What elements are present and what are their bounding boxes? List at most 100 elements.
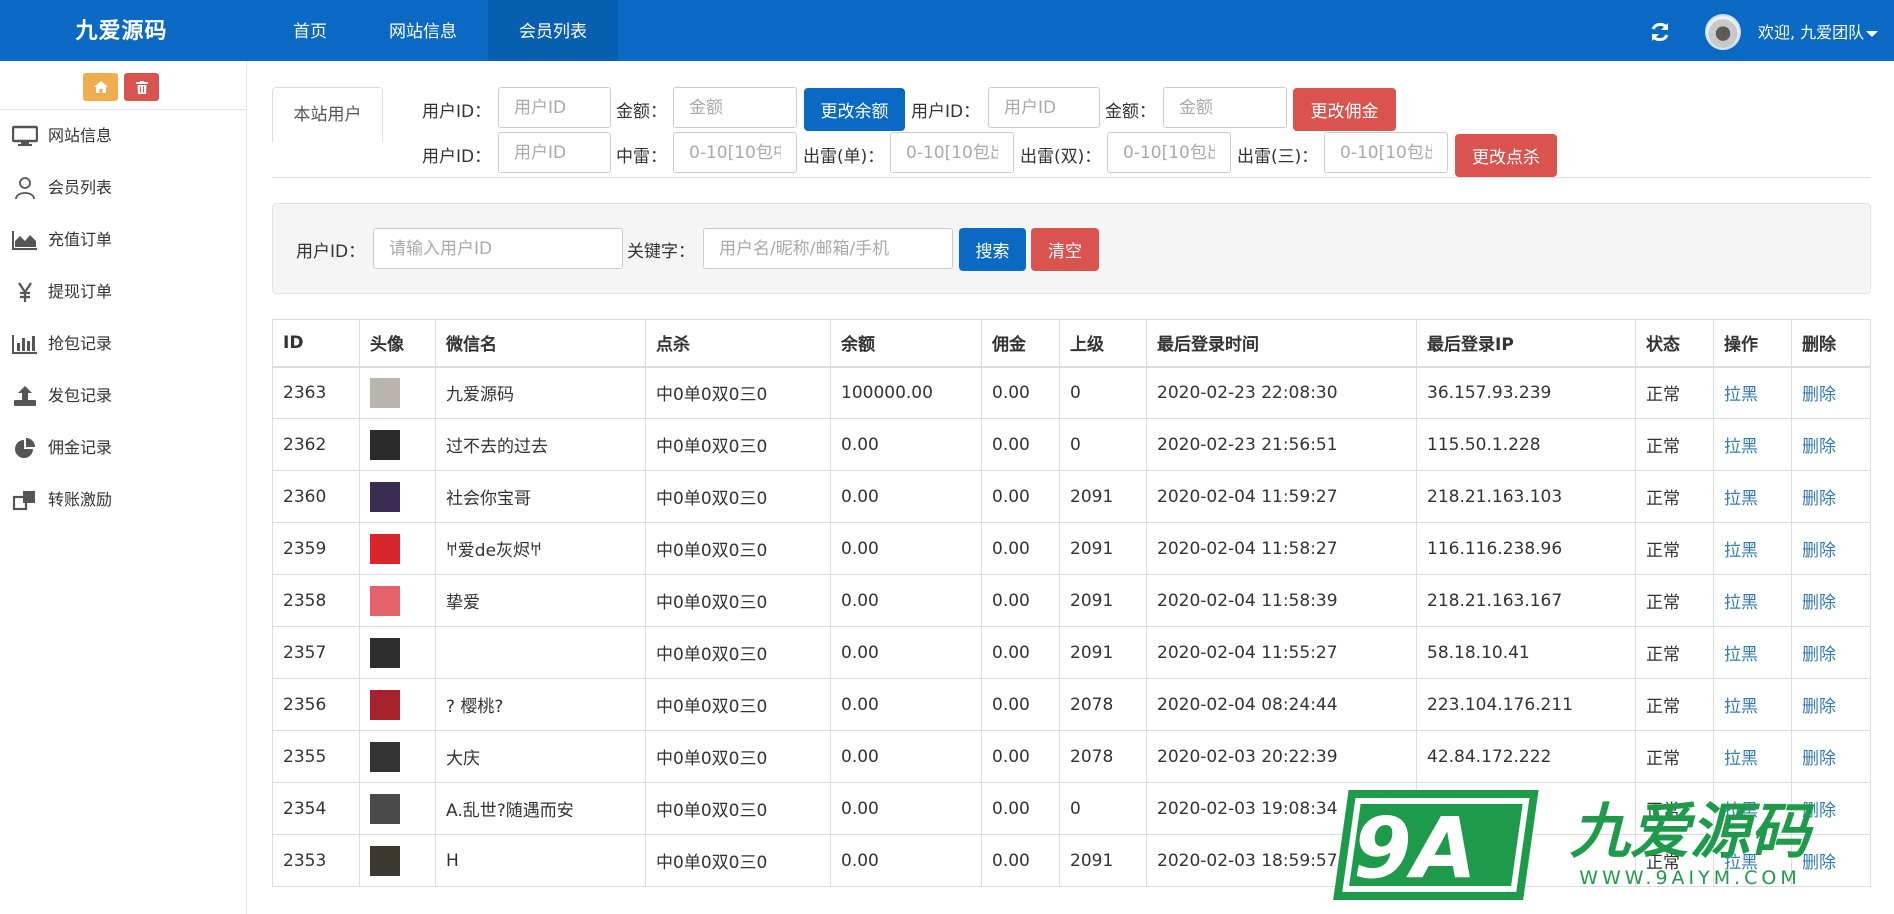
cell-last-login-time: 2020-02-04 11:55:27	[1146, 626, 1417, 679]
area-chart-icon	[12, 231, 37, 250]
cell-delete: 删除	[1791, 522, 1871, 575]
sidebar-item-transfer-rewards[interactable]: 转账激励	[0, 474, 246, 526]
sidebar-item-member-list[interactable]: 会员列表	[0, 162, 246, 214]
cell-action: 拉黑	[1713, 418, 1792, 471]
cell-id: 2358	[272, 574, 360, 627]
kill-user-id-input[interactable]	[498, 132, 611, 173]
sidebar-item-withdraw-orders[interactable]: 提现订单	[0, 266, 246, 318]
table-row: 2357 中0单0双0三0 0.00 0.00 2091 2020-02-04 11:55…	[272, 626, 1871, 679]
delete-link[interactable]: 删除	[1802, 437, 1836, 457]
change-kill-button[interactable]: 更改点杀	[1455, 134, 1557, 177]
home-button[interactable]	[83, 73, 118, 101]
mine-single-input[interactable]	[890, 132, 1014, 173]
cell-kill: 中0单0双0三0	[645, 834, 831, 887]
trash-button[interactable]	[124, 73, 159, 101]
delete-link[interactable]: 删除	[1802, 749, 1836, 769]
search-user-id-input[interactable]	[373, 228, 623, 269]
cell-wechat-name: 𐀀爱de灰烬𐀀	[435, 522, 646, 575]
delete-link[interactable]: 删除	[1802, 489, 1836, 509]
cell-last-login-ip: 42.84.172.222	[1416, 730, 1636, 783]
cell-avatar	[359, 470, 436, 523]
sidebar-item-recharge-orders[interactable]: 充值订单	[0, 214, 246, 266]
blacklist-link[interactable]: 拉黑	[1724, 489, 1758, 509]
delete-link[interactable]: 删除	[1802, 645, 1836, 665]
blacklist-link[interactable]: 拉黑	[1724, 645, 1758, 665]
sidebar-item-label: 抢包记录	[48, 334, 113, 353]
commission-amount-input[interactable]	[1163, 87, 1287, 128]
cell-avatar	[359, 418, 436, 471]
user-icon	[15, 177, 35, 199]
commission-user-id-input[interactable]	[988, 87, 1100, 128]
cell-commission: 0.00	[981, 782, 1060, 835]
sidebar-item-site-info[interactable]: 网站信息	[0, 110, 246, 162]
balance-amount-input[interactable]	[673, 87, 797, 128]
transfer-icon	[12, 491, 35, 511]
column-header: 微信名	[435, 319, 646, 368]
cell-commission: 0.00	[981, 522, 1060, 575]
mine-single-label: 出雷(单)：	[803, 147, 885, 167]
watermark-logo: 9A 九爱源码 WWW.9AIYM.COM	[1333, 790, 1815, 900]
cell-commission: 0.00	[981, 626, 1060, 679]
user-avatar[interactable]	[1705, 14, 1741, 50]
sidebar-item-label: 转账激励	[48, 490, 113, 509]
sidebar-item-commission-records[interactable]: 佣金记录	[0, 422, 246, 474]
mine-triple-input[interactable]	[1324, 132, 1448, 173]
cell-balance: 0.00	[830, 470, 982, 523]
delete-link[interactable]: 删除	[1802, 385, 1836, 405]
cell-action: 拉黑	[1713, 626, 1792, 679]
cell-last-login-time: 2020-02-04 08:24:44	[1146, 678, 1417, 731]
cell-commission: 0.00	[981, 678, 1060, 731]
clear-button[interactable]: 清空	[1031, 228, 1099, 271]
cell-kill: 中0单0双0三0	[645, 626, 831, 679]
mine-double-input[interactable]	[1107, 132, 1231, 173]
welcome-text[interactable]: 欢迎, 九爱团队	[1758, 0, 1864, 61]
cell-action: 拉黑	[1713, 730, 1792, 783]
balance-user-id-input[interactable]	[498, 87, 611, 128]
avatar	[370, 637, 400, 668]
blacklist-link[interactable]: 拉黑	[1724, 541, 1758, 561]
blacklist-link[interactable]: 拉黑	[1724, 697, 1758, 717]
cell-wechat-name: 社会你宝哥	[435, 470, 646, 523]
watermark-url: WWW.9AIYM.COM	[1579, 867, 1801, 889]
refresh-icon[interactable]	[1648, 20, 1672, 44]
cell-last-login-time: 2020-02-23 22:08:30	[1146, 366, 1417, 419]
cell-status: 正常	[1635, 470, 1714, 523]
delete-link[interactable]: 删除	[1802, 541, 1836, 561]
blacklist-link[interactable]: 拉黑	[1724, 593, 1758, 613]
cell-parent: 0	[1059, 782, 1147, 835]
cell-wechat-name	[435, 626, 646, 679]
column-header: 操作	[1713, 319, 1792, 368]
cell-status: 正常	[1635, 626, 1714, 679]
cell-id: 2356	[272, 678, 360, 731]
blacklist-link[interactable]: 拉黑	[1724, 437, 1758, 457]
table-row: 2355 大庆 中0单0双0三0 0.00 0.00 2078 2020-02-03 20:…	[272, 730, 1871, 783]
cell-last-login-time: 2020-02-04 11:59:27	[1146, 470, 1417, 523]
tab-site-users[interactable]: 本站用户	[272, 87, 383, 142]
cell-action: 拉黑	[1713, 574, 1792, 627]
sidebar-item-grab-records[interactable]: 抢包记录	[0, 318, 246, 370]
nav-site-info[interactable]: 网站信息	[358, 0, 488, 61]
search-button[interactable]: 搜索	[959, 228, 1026, 271]
nav-member-list[interactable]: 会员列表	[488, 0, 618, 61]
delete-link[interactable]: 删除	[1802, 697, 1836, 717]
cell-parent: 2078	[1059, 730, 1147, 783]
blacklist-link[interactable]: 拉黑	[1724, 749, 1758, 769]
mine-hit-input[interactable]	[673, 132, 797, 173]
sidebar-item-send-records[interactable]: 发包记录	[0, 370, 246, 422]
cell-balance: 0.00	[830, 730, 982, 783]
cell-parent: 2091	[1059, 522, 1147, 575]
change-commission-button[interactable]: 更改佣金	[1293, 88, 1396, 131]
keyword-input[interactable]	[703, 228, 953, 269]
cell-id: 2355	[272, 730, 360, 783]
table-row: 2356? 樱桃? 中0单0双0三0 0.00 0.00 2078 2020-02-04 …	[272, 678, 1871, 731]
chevron-down-icon[interactable]	[1866, 31, 1878, 37]
blacklist-link[interactable]: 拉黑	[1724, 385, 1758, 405]
delete-link[interactable]: 删除	[1802, 593, 1836, 613]
sidebar-item-label: 发包记录	[48, 386, 113, 405]
change-balance-button[interactable]: 更改余额	[804, 88, 905, 131]
nav-home[interactable]: 首页	[262, 0, 358, 61]
cell-kill: 中0单0双0三0	[645, 418, 831, 471]
brand-logo[interactable]: 九爱源码	[0, 0, 243, 61]
cell-commission: 0.00	[981, 470, 1060, 523]
home-icon	[93, 81, 108, 93]
